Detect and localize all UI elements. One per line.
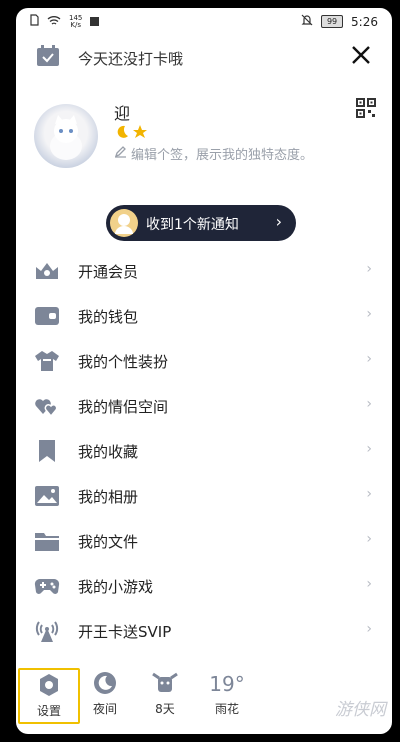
star-badge-icon: [132, 124, 148, 144]
qr-code-icon[interactable]: [356, 98, 376, 118]
menu-list: 开通会员 › 我的钱包 › 我的个性装扮 › 我的情侣空间 › 我的收藏 › 我…: [16, 248, 392, 653]
pencil-icon: [114, 145, 127, 162]
menu-item-label: 开通会员: [78, 263, 139, 281]
clock: 5:26: [351, 14, 378, 29]
crown-icon: [34, 259, 60, 283]
temperature: 19°: [209, 672, 245, 696]
chevron-right-icon: ›: [366, 396, 372, 412]
photo-icon: [34, 484, 60, 508]
chevron-right-icon: ›: [366, 351, 372, 367]
chevron-right-icon: ›: [366, 621, 372, 637]
menu-item-king-card[interactable]: 开王卡送SVIP ›: [16, 608, 392, 653]
settings-label: 设置: [36, 704, 61, 718]
menu-item-label: 开王卡送SVIP: [78, 623, 172, 641]
notification-pill[interactable]: 收到1个新通知 ›: [106, 205, 296, 241]
chevron-right-icon: ›: [366, 576, 372, 592]
settings-button[interactable]: 设置: [18, 668, 80, 724]
level-badges[interactable]: [114, 124, 148, 144]
night-mode-button[interactable]: 夜间: [74, 668, 136, 724]
close-button[interactable]: [348, 42, 374, 68]
menu-item-minigames[interactable]: 我的小游戏 ›: [16, 563, 392, 608]
chevron-right-icon: ›: [366, 306, 372, 322]
notification-avatar: [110, 209, 138, 237]
battery-icon: 99: [321, 15, 344, 28]
checkin-prompt[interactable]: 今天还没打卡哦: [78, 48, 183, 69]
username[interactable]: 迎: [114, 100, 130, 124]
signature-editor[interactable]: 编辑个签，展示我的独特态度。: [114, 144, 313, 163]
menu-item-label: 我的小游戏: [78, 578, 154, 596]
menu-item-files[interactable]: 我的文件 ›: [16, 518, 392, 563]
moon-icon: [93, 671, 117, 698]
menu-item-favorites[interactable]: 我的收藏 ›: [16, 428, 392, 473]
chevron-right-icon: ›: [366, 531, 372, 547]
pet-icon: [150, 671, 180, 698]
moon-badge-icon: [114, 124, 130, 144]
menu-item-label: 我的情侣空间: [78, 398, 169, 416]
gear-icon: [37, 673, 61, 700]
menu-item-theme[interactable]: 我的个性装扮 ›: [16, 338, 392, 383]
chevron-right-icon: ›: [366, 261, 372, 277]
mute-icon: [301, 14, 313, 29]
signature-text: 编辑个签，展示我的独特态度。: [131, 148, 314, 163]
menu-item-vip[interactable]: 开通会员 ›: [16, 248, 392, 293]
wifi-icon: [47, 15, 61, 29]
gamepad-icon: [34, 574, 60, 598]
notification-text: 收到1个新通知: [146, 217, 239, 233]
header: 今天还没打卡哦: [16, 36, 392, 80]
menu-item-label: 我的文件: [78, 533, 139, 551]
weather-location: 雨花: [214, 702, 239, 716]
bookmark-icon: [34, 439, 60, 463]
app-screen: 145 K/s 99 5:26 今天还没打卡哦 迎 编辑个签，展示我的独特态度。…: [16, 8, 392, 734]
chevron-right-icon: ›: [366, 441, 372, 457]
days-button[interactable]: 8天: [134, 668, 196, 724]
status-bar: 145 K/s 99 5:26: [16, 8, 392, 36]
menu-item-label: 我的钱包: [78, 308, 139, 326]
night-mode-label: 夜间: [92, 702, 117, 716]
sim-icon: [30, 14, 39, 29]
calendar-check-icon[interactable]: [36, 44, 60, 68]
chevron-right-icon: ›: [366, 486, 372, 502]
signal-tower-icon: [34, 619, 60, 643]
menu-item-label: 我的个性装扮: [78, 353, 169, 371]
net-speed: 145 K/s: [69, 13, 83, 29]
weather-button[interactable]: 19° 雨花: [196, 668, 258, 724]
days-label: 8天: [155, 702, 175, 716]
wallet-icon: [34, 304, 60, 328]
menu-item-wallet[interactable]: 我的钱包 ›: [16, 293, 392, 338]
hearts-icon: [34, 394, 60, 418]
chevron-right-icon: ›: [275, 212, 282, 231]
shirt-icon: [34, 349, 60, 373]
menu-item-label: 我的收藏: [78, 443, 139, 461]
folder-icon: [34, 529, 60, 553]
menu-item-album[interactable]: 我的相册 ›: [16, 473, 392, 518]
avatar[interactable]: [34, 104, 98, 168]
menu-item-label: 我的相册: [78, 488, 139, 506]
notification-dot-icon: [90, 15, 100, 29]
menu-item-couple[interactable]: 我的情侣空间 ›: [16, 383, 392, 428]
watermark: 游侠网: [335, 700, 386, 720]
